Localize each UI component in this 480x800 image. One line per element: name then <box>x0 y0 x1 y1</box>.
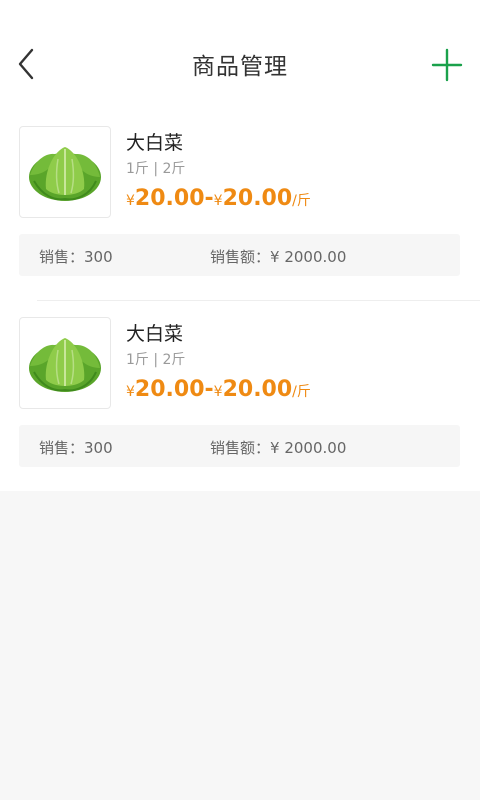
revenue-value: ¥ 2000.00 <box>270 439 347 457</box>
price-low: 20.00 <box>134 186 205 211</box>
page-title: 商品管理 <box>192 54 288 80</box>
sales-stats: 销售：300 销售额：¥ 2000.00 <box>19 234 460 276</box>
revenue-label: 销售额： <box>210 439 271 457</box>
product-name: 大白菜 <box>126 132 184 154</box>
sales-value: 300 <box>84 248 113 266</box>
sales-count: 销售：300 <box>39 246 113 267</box>
revenue-label: 销售额： <box>210 248 271 266</box>
product-image <box>19 126 111 218</box>
product-card[interactable]: 大白菜 1斤 | 2斤 ¥20.00-¥20.00/斤 销售：300 销售额：¥… <box>0 110 480 300</box>
lettuce-icon <box>29 147 101 201</box>
sales-label: 销售： <box>39 439 85 457</box>
price-high: 20.00 <box>222 377 293 402</box>
price-separator: - <box>204 377 214 402</box>
price-separator: - <box>204 186 214 211</box>
product-image <box>19 317 111 409</box>
sales-value: 300 <box>84 439 113 457</box>
add-product-button[interactable] <box>428 46 466 84</box>
price-unit: /斤 <box>292 193 311 209</box>
sales-label: 销售： <box>39 248 85 266</box>
currency-symbol: ¥ <box>213 384 223 400</box>
currency-symbol: ¥ <box>213 193 223 209</box>
product-name: 大白菜 <box>126 323 184 345</box>
revenue-value: ¥ 2000.00 <box>270 248 347 266</box>
sales-count: 销售：300 <box>39 437 113 458</box>
sales-revenue: 销售额：¥ 2000.00 <box>210 437 346 458</box>
product-price: ¥20.00-¥20.00/斤 <box>126 377 311 402</box>
price-high: 20.00 <box>222 186 293 211</box>
price-low: 20.00 <box>134 377 205 402</box>
product-card[interactable]: 大白菜 1斤 | 2斤 ¥20.00-¥20.00/斤 销售：300 销售额：¥… <box>19 300 480 491</box>
lettuce-icon <box>29 338 101 392</box>
product-specs: 1斤 | 2斤 <box>126 161 186 177</box>
price-unit: /斤 <box>292 384 311 400</box>
currency-symbol: ¥ <box>126 384 135 400</box>
plus-icon <box>431 48 463 82</box>
currency-symbol: ¥ <box>126 193 135 209</box>
sales-revenue: 销售额：¥ 2000.00 <box>210 246 346 267</box>
product-price: ¥20.00-¥20.00/斤 <box>126 186 311 211</box>
app-header: 商品管理 <box>0 0 480 128</box>
product-list: 大白菜 1斤 | 2斤 ¥20.00-¥20.00/斤 销售：300 销售额：¥… <box>0 110 480 491</box>
sales-stats: 销售：300 销售额：¥ 2000.00 <box>19 425 460 467</box>
product-specs: 1斤 | 2斤 <box>126 352 186 368</box>
